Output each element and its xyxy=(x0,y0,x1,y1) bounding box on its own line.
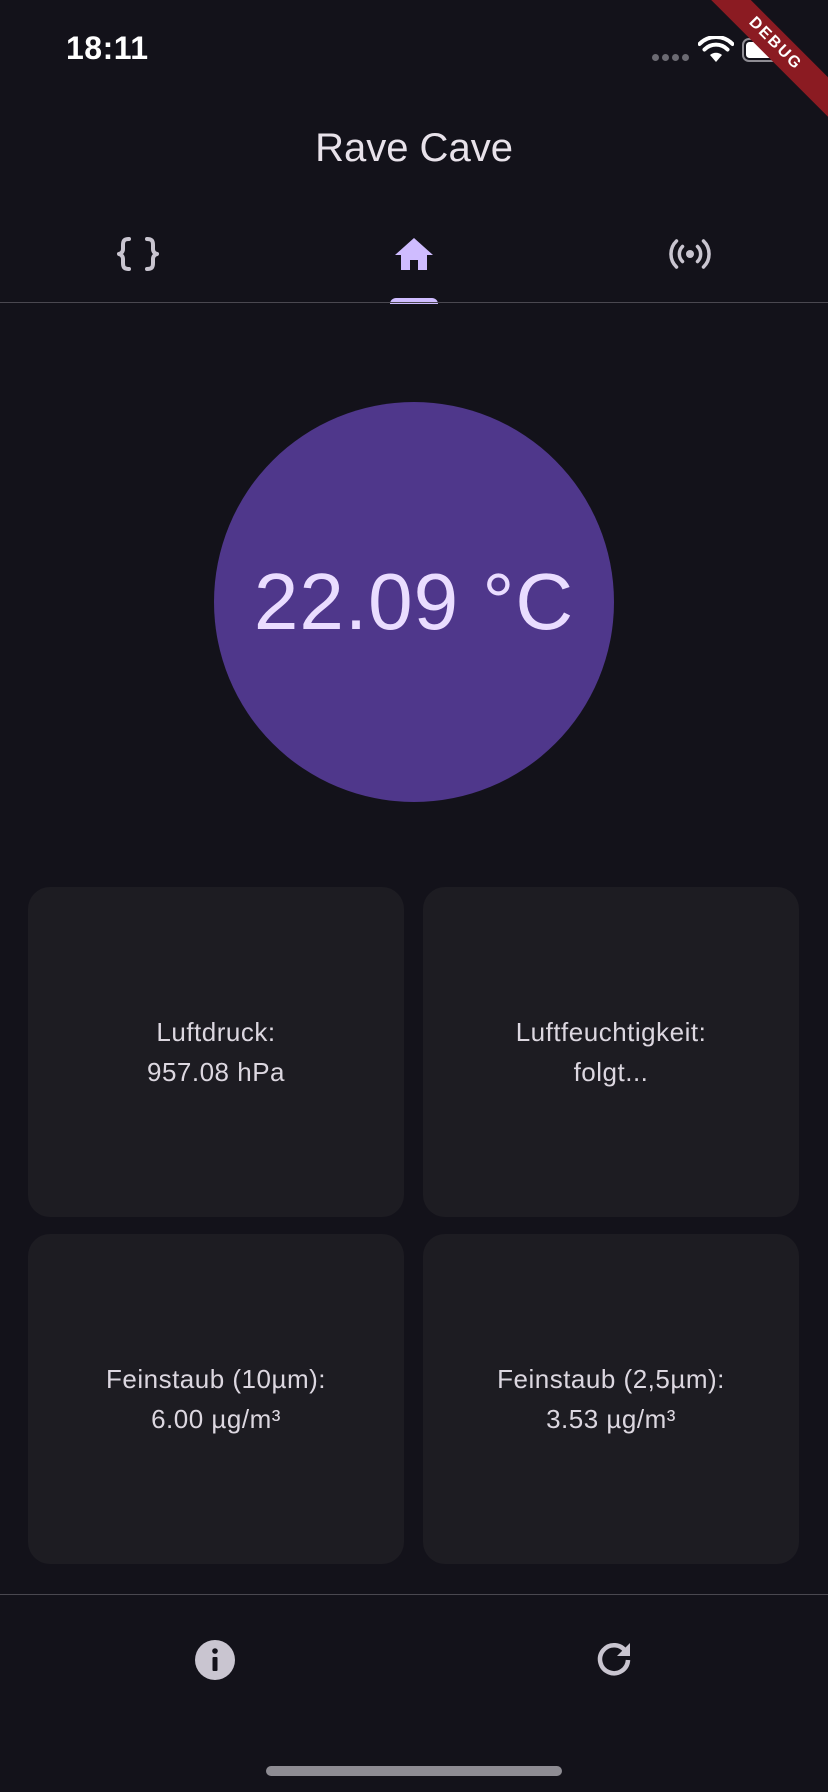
home-icon xyxy=(395,238,433,270)
debug-ribbon: DEBUG xyxy=(708,0,828,120)
debug-label: DEBUG xyxy=(708,0,828,120)
temperature-circle: 22.09 °C xyxy=(214,402,614,802)
info-button[interactable] xyxy=(191,1636,239,1684)
page-title: Rave Cave xyxy=(315,126,513,170)
tab-home[interactable] xyxy=(276,212,552,304)
home-indicator xyxy=(266,1766,562,1776)
pm10-label: Feinstaub (10µm): xyxy=(105,1364,326,1394)
pressure-label: Luftdruck: xyxy=(156,1017,276,1047)
pm25-label: Feinstaub (2,5µm): xyxy=(497,1364,725,1394)
refresh-icon xyxy=(597,1643,631,1676)
tab-bar xyxy=(0,212,828,304)
pm25-value: 3.53 µg/m³ xyxy=(546,1404,676,1434)
humidity-card: Luftfeuchtigkeit: folgt... xyxy=(423,887,799,1217)
tab-divider xyxy=(0,302,828,303)
pm10-value: 6.00 µg/m³ xyxy=(151,1404,281,1434)
pm25-card: Feinstaub (2,5µm): 3.53 µg/m³ xyxy=(423,1234,799,1564)
status-time: 18:11 xyxy=(66,30,149,66)
humidity-label: Luftfeuchtigkeit: xyxy=(515,1017,707,1047)
data-object-icon xyxy=(117,237,159,271)
pressure-card: Luftdruck: 957.08 hPa xyxy=(28,887,404,1217)
pressure-value: 957.08 hPa xyxy=(146,1057,285,1087)
temperature-value: 22.09 °C xyxy=(253,557,575,646)
tab-data[interactable] xyxy=(0,212,276,304)
sensors-icon xyxy=(669,239,711,269)
info-icon xyxy=(195,1640,235,1680)
status-bar: 18:11 xyxy=(0,0,828,100)
tab-sensors[interactable] xyxy=(552,212,828,304)
humidity-value: folgt... xyxy=(573,1057,649,1087)
cellular-signal-icon xyxy=(652,54,692,62)
tab-indicator xyxy=(390,298,438,304)
bottom-divider xyxy=(0,1594,828,1595)
refresh-button[interactable] xyxy=(590,1636,638,1684)
pm10-card: Feinstaub (10µm): 6.00 µg/m³ xyxy=(28,1234,404,1564)
